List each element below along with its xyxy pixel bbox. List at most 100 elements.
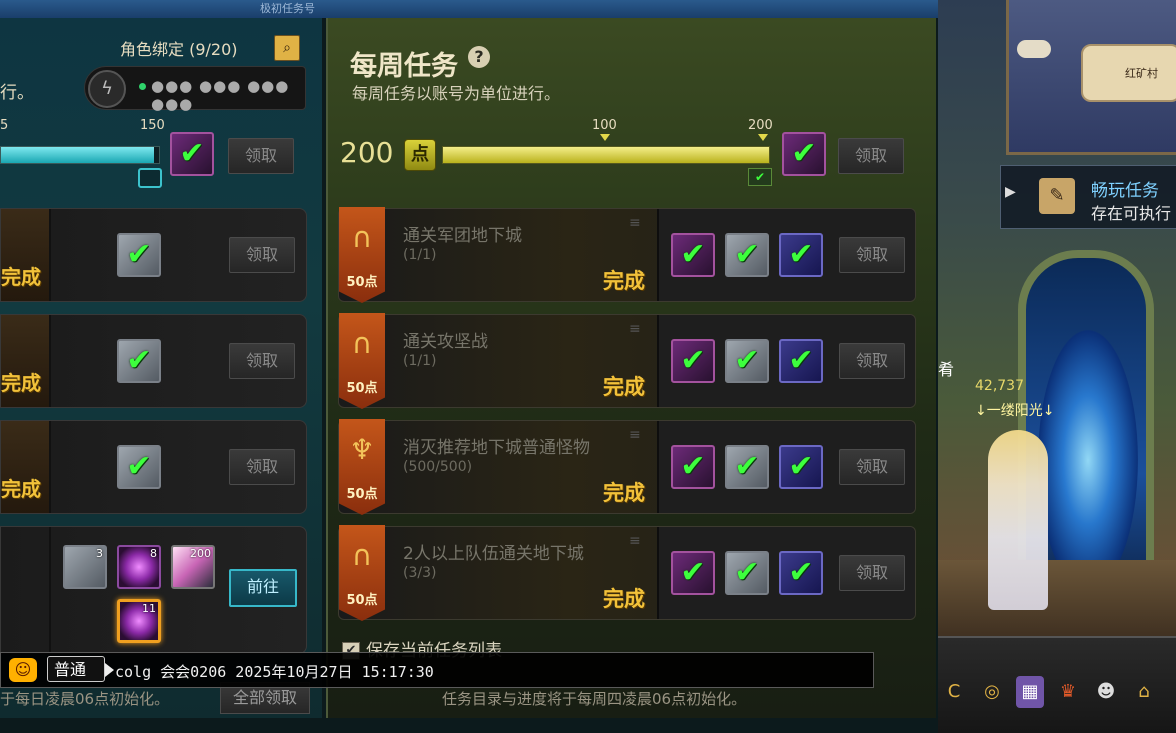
reward-icon[interactable]: ✔ — [779, 339, 823, 383]
tick-marker — [758, 134, 768, 141]
left-desc-text: 行。 — [0, 83, 34, 103]
reward-icon[interactable]: ✔ — [779, 551, 823, 595]
popup-title: 畅玩任务 — [1091, 181, 1159, 201]
menu-icon: ≡ — [629, 321, 641, 337]
weekly-tick-end: 200 — [748, 118, 773, 133]
quest-progress: (1/1) — [403, 247, 437, 263]
home-icon[interactable]: ⌂ — [1130, 676, 1158, 708]
daily-claim-button[interactable]: 领取 — [228, 138, 294, 174]
player-character[interactable] — [988, 430, 1048, 610]
quest-claim-button[interactable]: 领取 — [839, 343, 905, 379]
quest-scroll-icon: ✎ — [1039, 178, 1075, 214]
reward-icon[interactable]: ✔ — [671, 445, 715, 489]
weekly-quest-row: ♆ 50点 消灭推荐地下城普通怪物 (500/500) 完成 ≡ ✔ ✔ ✔ 领… — [338, 419, 916, 515]
weekly-reset-text: 任务目录与进度将于每周四凌晨06点初始化。 — [442, 690, 747, 708]
quest-claim-button[interactable]: 领取 — [839, 449, 905, 485]
reward-icon[interactable]: ✔ — [671, 233, 715, 277]
task-claim-button[interactable]: 领取 — [229, 237, 295, 273]
avatar-icon[interactable]: ☻ — [1092, 676, 1120, 708]
weekly-tick-mid: 100 — [592, 118, 617, 133]
menu-icon: ≡ — [629, 427, 641, 443]
player-name: ↓一缕阳光↓ — [975, 403, 1055, 419]
task-reward-icon[interactable]: ✔ — [117, 445, 161, 489]
daily-task-panel: 角色绑定 (9/20) ⌕ 行。 ϟ ●●● ●●● ●●● ●●● 5 150… — [0, 18, 322, 718]
reward-icon[interactable]: ✔ — [779, 233, 823, 277]
reward-icon[interactable]: ✔ — [725, 445, 769, 489]
daily-reward-chest[interactable]: ✔ — [170, 132, 214, 176]
popup-text: 存在可执行 — [1091, 204, 1172, 223]
reward-icon[interactable]: ✔ — [671, 551, 715, 595]
check-icon: ✔ — [680, 237, 706, 272]
task-reward-icon[interactable]: ✔ — [117, 339, 161, 383]
daily-task-row: 完成 ✔ 领取 — [0, 420, 307, 514]
go-button[interactable]: 前往 — [229, 569, 297, 607]
daily-tick-left: 5 — [0, 118, 9, 133]
daily-progress-bar — [0, 146, 160, 164]
check-icon: ✔ — [791, 136, 817, 171]
daily-progress-fill — [1, 147, 155, 163]
reward-icon[interactable]: ✔ — [725, 233, 769, 277]
silver-badge-icon[interactable]: 3 — [63, 545, 107, 589]
minimap-orb-icon — [1017, 40, 1051, 58]
weekly-progress-fill — [443, 147, 769, 163]
quest-status: 完成 — [603, 587, 645, 611]
quest-claim-button[interactable]: 领取 — [839, 237, 905, 273]
search-button[interactable]: ⌕ — [274, 35, 300, 61]
hud-shortcut-icons: C ◎ ▦ ♛ ☻ ⌂ — [940, 676, 1158, 708]
minimap[interactable]: 红矿村 — [1006, 0, 1176, 155]
popup-expand-icon[interactable]: ▶ — [1005, 184, 1016, 200]
quest-type-icon: ∩ — [351, 539, 373, 572]
task-claim-button[interactable]: 领取 — [229, 449, 295, 485]
chat-channel-selector[interactable]: 普通 — [47, 656, 114, 682]
chat-bar[interactable]: ☺ 普通 colg 会会0206 2025年10月27日 15:17:30 — [0, 652, 874, 688]
help-icon[interactable]: ? — [468, 46, 490, 68]
row-divider — [49, 421, 51, 513]
chat-message: colg 会会0206 2025年10月27日 15:17:30 — [115, 663, 434, 681]
weekly-quest-row: ∩ 50点 2人以上队伍通关地下城 (3/3) 完成 ≡ ✔ ✔ ✔ 领取 — [338, 525, 916, 621]
crystal-shard-icon[interactable]: 200 — [171, 545, 215, 589]
item-count: 11 — [142, 602, 156, 615]
reward-icon[interactable]: ✔ — [671, 339, 715, 383]
purple-orb-icon[interactable]: 11 — [117, 599, 161, 643]
medal-icon[interactable]: ◎ — [978, 676, 1006, 708]
weekly-claim-button[interactable]: 领取 — [838, 138, 904, 174]
daily-tick-right: 150 — [140, 118, 165, 133]
coin-icon[interactable]: C — [940, 676, 968, 708]
quest-name: 2人以上队伍通关地下城 — [403, 544, 584, 564]
card-icon[interactable]: ▦ — [1016, 676, 1044, 708]
tick-marker — [600, 134, 610, 141]
quest-points-ribbon: ∩ 50点 — [339, 207, 385, 303]
online-status-dot — [139, 83, 146, 90]
task-claim-button[interactable]: 领取 — [229, 343, 295, 379]
weekly-reward-chest[interactable]: ✔ — [782, 132, 826, 176]
reward-icon[interactable]: ✔ — [725, 551, 769, 595]
account-code-field[interactable]: ϟ ●●● ●●● ●●● ●●● — [84, 66, 306, 113]
daily-task-row: 完成 ✔ 领取 — [0, 208, 307, 302]
check-icon: ✔ — [126, 449, 152, 484]
quest-points: 50点 — [346, 381, 378, 396]
game-title-strip: 极初任务号 — [0, 0, 940, 18]
crown-icon[interactable]: ♛ — [1054, 676, 1082, 708]
daily-marker-icon — [138, 168, 162, 188]
quest-points-ribbon: ∩ 50点 — [339, 525, 385, 621]
player-power: 42,737 — [975, 378, 1024, 394]
weekly-progress-bar — [442, 146, 770, 164]
purple-orb-icon[interactable]: 8 — [117, 545, 161, 589]
quest-claim-button[interactable]: 领取 — [839, 555, 905, 591]
item-count: 3 — [96, 547, 103, 560]
menu-icon: ≡ — [629, 533, 641, 549]
check-icon: ✔ — [788, 449, 814, 484]
check-icon: ✔ — [788, 343, 814, 378]
reward-icon[interactable]: ✔ — [779, 445, 823, 489]
quest-type-icon: ♆ — [349, 433, 375, 466]
game-title-text: 极初任务号 — [260, 2, 315, 15]
quest-notify-popup[interactable]: ▶ ✎ 畅玩任务 存在可执行 — [1000, 165, 1176, 229]
task-status: 完成 — [1, 371, 41, 395]
task-status: 完成 — [1, 265, 41, 289]
smiley-icon[interactable]: ☺ — [9, 658, 37, 682]
reward-icon[interactable]: ✔ — [725, 339, 769, 383]
masked-code: ●●● ●●● ●●● ●●● — [151, 77, 290, 113]
task-reward-icon[interactable]: ✔ — [117, 233, 161, 277]
character-bind-label: 角色绑定 (9/20) — [120, 40, 238, 59]
minimap-location-label: 红矿村 — [1125, 67, 1158, 80]
